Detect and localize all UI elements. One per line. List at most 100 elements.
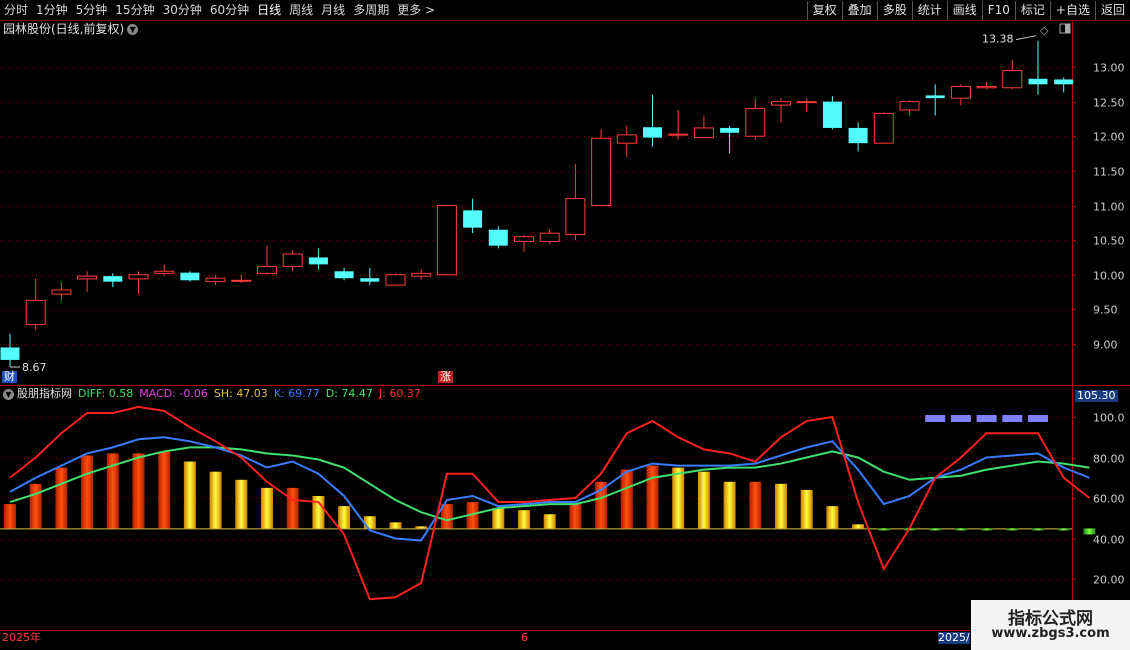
candle-body	[693, 127, 714, 139]
candle-body	[436, 205, 457, 276]
max-pointer	[1015, 35, 1037, 41]
indicator-tick-label: 100.0	[1093, 412, 1125, 425]
indicator-bar	[415, 526, 428, 529]
indicator-bar	[286, 487, 299, 529]
date-label-mid: 6	[521, 631, 528, 644]
indicator-bar	[672, 467, 685, 529]
chevron-down-icon[interactable]: ▼	[3, 388, 14, 400]
candle-body	[1002, 69, 1023, 89]
indicator-bar	[980, 528, 993, 531]
indicator-bar	[1057, 528, 1070, 531]
candle-body	[539, 232, 560, 243]
indicator-name: 股朋指标网	[17, 387, 72, 400]
j-line	[9, 405, 1091, 601]
indicator-bar	[235, 479, 248, 529]
price-tick-label: 9.00	[1093, 339, 1118, 352]
candle-body	[720, 127, 740, 133]
indicator-tick-label: 40.00	[1093, 534, 1125, 547]
min-price-label: 8.67	[22, 361, 47, 374]
candle-body	[77, 275, 98, 280]
watermark: 指标公式网 www.zbgs3.com	[971, 600, 1130, 650]
candle-body	[154, 270, 175, 274]
indicator-bar	[81, 455, 94, 529]
candle-body	[334, 271, 354, 279]
indicator-title: ▼ 股朋指标网 DIFF: 0.58 MACD: -0.06 SH: 47.03 K: 6…	[3, 387, 427, 401]
price-tick-label: 13.00	[1093, 62, 1125, 75]
indicator-bar	[363, 516, 376, 529]
candle-body	[1054, 79, 1074, 85]
price-chart[interactable]: 13.00 12.50 12.00 11.50 11.00 10.50 10.00 9.50 9…	[0, 0, 1130, 650]
indicator-bar	[877, 528, 890, 531]
indicator-bar	[1032, 528, 1044, 531]
indicator-bar	[55, 467, 68, 529]
price-tick-label: 11.50	[1093, 166, 1125, 179]
signal-mark	[976, 415, 997, 422]
indicator-bar	[261, 487, 273, 529]
indicator-bar	[158, 451, 171, 529]
candle-body	[488, 229, 508, 246]
indicator-bar	[183, 461, 196, 529]
candle-body	[668, 133, 689, 136]
indicator-bar	[697, 471, 710, 529]
indicator-tick-label: 80.00	[1093, 453, 1125, 466]
indicator-bar	[29, 483, 42, 529]
indicator-bar	[543, 514, 556, 529]
j-value: J: 60.37	[378, 387, 421, 400]
diamond-icon: ◇	[1040, 24, 1049, 37]
date-label-start: 2025年	[2, 631, 41, 644]
indicator-bar	[749, 481, 762, 529]
candle-body	[616, 134, 637, 144]
candle-body	[899, 101, 920, 111]
candle-body	[848, 127, 868, 144]
candle-body	[643, 127, 662, 138]
candle-body	[822, 101, 842, 128]
indicator-bar	[775, 483, 787, 529]
indicator-bar	[569, 504, 582, 529]
indicator-bar	[620, 469, 633, 529]
sh-value: SH: 47.03	[213, 387, 268, 400]
candle-body	[128, 274, 149, 280]
indicator-bar	[826, 506, 839, 529]
candle-body	[308, 257, 328, 265]
candle-body	[411, 272, 432, 277]
price-tick-label: 12.50	[1093, 97, 1125, 110]
candle-body	[1028, 78, 1048, 85]
indicator-tick-label: 60.00	[1093, 493, 1125, 506]
cai-badge[interactable]: 财	[2, 371, 17, 383]
candle-body	[950, 85, 971, 99]
candle-body	[282, 253, 303, 267]
candle-body	[0, 347, 20, 360]
indicator-bar	[929, 528, 942, 531]
watermark-url: www.zbgs3.com	[991, 626, 1110, 641]
zhang-badge[interactable]: 涨	[438, 371, 453, 383]
indicator-bar	[518, 510, 530, 529]
candle-body	[360, 278, 380, 282]
indicator-bar	[492, 508, 505, 529]
candle-body	[565, 198, 586, 236]
max-price-label: 13.38	[982, 33, 1014, 46]
indicator-bar	[209, 471, 222, 529]
candle-body	[591, 137, 612, 206]
date-label-end: 2025/	[938, 631, 970, 644]
price-tick-label: 12.00	[1093, 131, 1125, 144]
candle-body	[25, 299, 46, 326]
indicator-bar	[954, 528, 967, 531]
diff-value: DIFF: 0.58	[78, 387, 134, 400]
indicator-bar	[800, 489, 813, 529]
indicator-bar	[338, 506, 351, 529]
signal-mark	[1002, 415, 1023, 422]
candle-body	[385, 274, 406, 286]
candle-body	[180, 272, 200, 281]
indicator-tick-label: 20.00	[1093, 574, 1125, 587]
indicator-bar	[1006, 528, 1019, 531]
indicator-bar	[389, 522, 402, 529]
price-tick-label: 10.00	[1093, 270, 1125, 283]
candle-body	[745, 108, 766, 137]
price-tick-label: 10.50	[1093, 235, 1125, 248]
signal-mark	[1028, 415, 1048, 422]
candle-body	[51, 289, 72, 295]
price-tick-label: 11.00	[1093, 201, 1125, 214]
price-tick-label: 9.50	[1093, 304, 1118, 317]
indicator-bar	[852, 524, 865, 529]
candle-body	[463, 210, 483, 228]
